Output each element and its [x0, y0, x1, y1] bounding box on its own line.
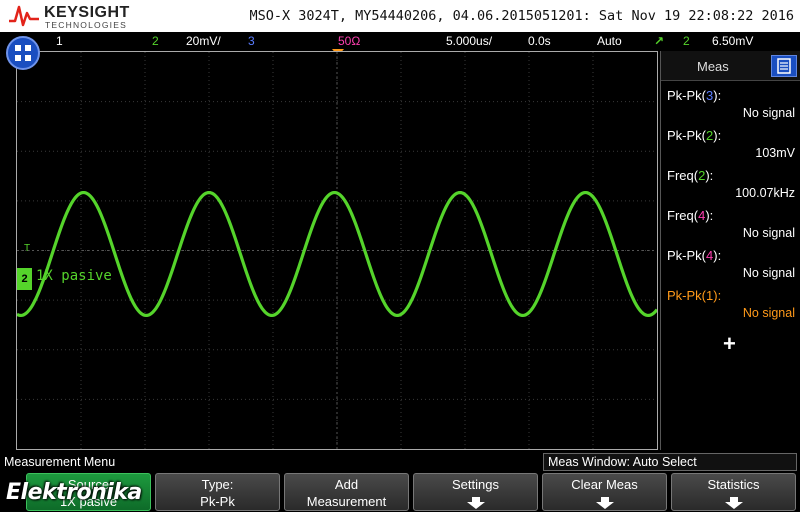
ch2-ground-marker[interactable]: 2 — [17, 268, 32, 290]
ch2-indicator[interactable]: 2 — [152, 34, 159, 48]
arrow-down-icon — [725, 497, 743, 509]
softkey-value: Measurement — [306, 494, 387, 509]
ch2-probe-label: 1X pasive — [36, 268, 112, 284]
softkey-label: Clear Meas — [571, 477, 638, 492]
trigger-mode[interactable]: Auto — [597, 34, 622, 48]
meas-item[interactable]: Freq(4): No signal — [661, 204, 800, 244]
meas-value: No signal — [742, 266, 795, 280]
arrow-down-icon — [467, 497, 485, 509]
brand-sub: TECHNOLOGIES — [45, 20, 127, 30]
trigger-level[interactable]: 6.50mV — [712, 34, 753, 48]
ch1-indicator[interactable]: 1 — [56, 34, 63, 48]
meas-value: No signal — [742, 306, 795, 320]
arrow-down-icon — [596, 497, 614, 509]
meas-item[interactable]: Pk-Pk(1): No signal — [661, 284, 800, 324]
softkey-5[interactable]: Clear Meas — [542, 473, 667, 511]
meas-value: No signal — [742, 106, 795, 120]
trigger-channel: 2 — [683, 34, 690, 48]
keysight-logo: KEYSIGHT TECHNOLOGIES — [8, 3, 138, 30]
meas-value: 103mV — [755, 146, 795, 160]
graticule — [17, 52, 657, 449]
document-icon — [777, 58, 791, 74]
meas-panel-header: Meas — [661, 51, 800, 81]
meas-label: Freq(4): — [667, 208, 714, 223]
add-measurement-icon[interactable]: + — [723, 331, 736, 357]
menu-title-bar: Measurement Menu Meas Window: Auto Selec… — [0, 452, 800, 472]
measurement-panel: Meas Pk-Pk(3): No signal Pk-Pk(2): 103mV Fre… — [660, 51, 800, 450]
watermark-logo: Elektronika — [6, 480, 142, 505]
device-title: MSO-X 3024T, MY54440206, 04.06.201505120… — [249, 8, 794, 24]
header-bar: KEYSIGHT TECHNOLOGIES MSO-X 3024T, MY544… — [0, 0, 800, 32]
softkey-4[interactable]: Settings — [413, 473, 538, 511]
softkey-label: Type: — [201, 477, 234, 492]
ch3-indicator[interactable]: 3 — [248, 34, 255, 48]
meas-item[interactable]: Pk-Pk(2): 103mV — [661, 124, 800, 164]
status-bar: 1 2 20mV/ 3 50Ω 5.000us/ 0.0s Auto ↗ 2 6… — [0, 32, 800, 51]
tab-meas[interactable]: Meas — [697, 59, 729, 74]
meas-label: Pk-Pk(2): — [667, 128, 722, 143]
meas-value: No signal — [742, 226, 795, 240]
grid-menu-icon — [15, 45, 31, 61]
trigger-edge-icon: ↗ — [654, 34, 665, 48]
meas-item[interactable]: Pk-Pk(3): No signal — [661, 84, 800, 124]
menu-title: Measurement Menu — [4, 455, 116, 469]
delay-readout[interactable]: 0.0s — [528, 34, 551, 48]
softkey-2[interactable]: Type: Pk-Pk — [155, 473, 280, 511]
softkey-label: Settings — [452, 477, 499, 492]
meas-label: Pk-Pk(4): — [667, 248, 722, 263]
meas-value: 100.07kHz — [735, 186, 795, 200]
home-button[interactable] — [6, 36, 40, 70]
softkey-6[interactable]: Statistics — [671, 473, 796, 511]
softkey-value: Pk-Pk — [200, 494, 235, 509]
meas-label: Pk-Pk(1): — [667, 288, 722, 303]
meas-panel-icon[interactable] — [771, 55, 797, 77]
timebase-readout[interactable]: 5.000us/ — [446, 34, 492, 48]
impedance-indicator: 50Ω — [338, 34, 361, 48]
meas-item[interactable]: Freq(2): 100.07kHz — [661, 164, 800, 204]
meas-label: Pk-Pk(3): — [667, 88, 722, 103]
meas-window-selector[interactable]: Meas Window: Auto Select — [543, 453, 797, 471]
softkey-label: Add — [334, 477, 359, 492]
softkey-3[interactable]: Add Measurement — [284, 473, 409, 511]
meas-item[interactable]: Pk-Pk(4): No signal — [661, 244, 800, 284]
ch2-scale[interactable]: 20mV/ — [186, 34, 221, 48]
waveform-display[interactable]: T 2 1X pasive — [16, 51, 658, 450]
softkey-label: Statistics — [707, 477, 760, 492]
meas-label: Freq(2): — [667, 168, 714, 183]
keysight-wave-icon — [9, 5, 39, 27]
trigger-level-marker[interactable]: T — [24, 243, 30, 254]
